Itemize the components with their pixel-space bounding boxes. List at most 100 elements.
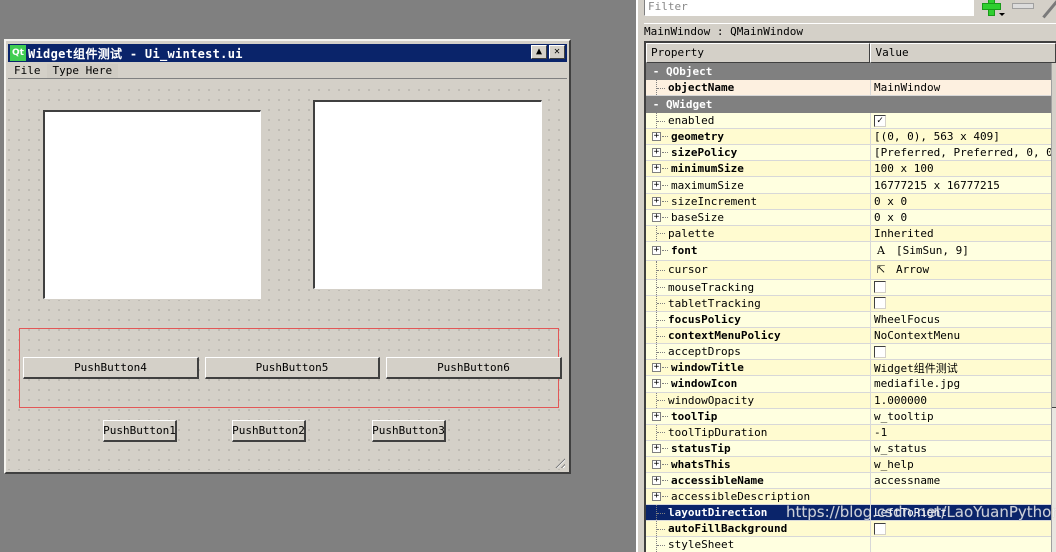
property-row[interactable]: mouseTracking — [646, 279, 1056, 296]
expand-icon[interactable]: + — [652, 443, 661, 453]
property-row[interactable]: + minimumSize 100 x 100 — [646, 161, 1056, 178]
property-value-cell[interactable] — [871, 537, 1056, 552]
checkbox[interactable] — [874, 522, 886, 535]
property-row[interactable]: contextMenuPolicy NoContextMenu — [646, 328, 1056, 345]
expand-icon[interactable]: + — [652, 212, 661, 222]
property-value-cell[interactable]: 16777215 x 16777215 — [871, 177, 1056, 192]
property-row[interactable]: palette Inherited — [646, 225, 1056, 242]
property-value-cell[interactable]: ✓ — [871, 113, 1056, 128]
property-row[interactable]: + geometry [(0, 0), 563 x 409] — [646, 129, 1056, 146]
expand-icon[interactable]: + — [652, 132, 661, 142]
expand-icon[interactable]: + — [652, 246, 661, 256]
expand-icon[interactable]: + — [652, 180, 661, 190]
property-row[interactable]: windowOpacity 1.000000 — [646, 392, 1056, 409]
property-value-cell[interactable] — [871, 280, 1056, 295]
header-value[interactable]: Value — [870, 43, 1056, 63]
property-row[interactable]: styleSheet — [646, 537, 1056, 552]
property-row[interactable]: objectName MainWindow — [646, 80, 1056, 97]
property-row[interactable]: + statusTip w_status — [646, 440, 1056, 457]
title-bar[interactable]: Qt Widget组件测试 - Ui_wintest.ui ▲ ✕ — [8, 44, 567, 62]
property-value-cell[interactable]: Widget组件测试 — [871, 360, 1056, 375]
push-button-3[interactable]: PushButton3 — [372, 420, 446, 442]
property-value-cell[interactable]: MainWindow — [871, 80, 1056, 95]
form-canvas[interactable]: PushButton4 PushButton5 PushButton6 Push… — [8, 81, 567, 470]
property-value-cell[interactable]: 100 x 100 — [871, 161, 1056, 176]
menu-type-here[interactable]: Type Here — [46, 63, 119, 78]
left-frame-widget[interactable] — [42, 109, 262, 300]
property-value-cell[interactable] — [871, 521, 1056, 536]
filter-input[interactable]: Filter — [644, 0, 974, 16]
configure-button[interactable] — [1042, 0, 1056, 19]
push-button-5[interactable]: PushButton5 — [205, 357, 380, 379]
property-row[interactable]: cursor ⇱ Arrow — [646, 260, 1056, 280]
property-value-cell[interactable]: w_status — [871, 441, 1056, 456]
property-row[interactable]: acceptDrops — [646, 344, 1056, 361]
property-value-cell[interactable]: [(0, 0), 563 x 409] — [871, 129, 1056, 144]
property-row[interactable]: + toolTip w_tooltip — [646, 408, 1056, 425]
property-row[interactable]: + whatsThis w_help — [646, 456, 1056, 473]
push-button-6[interactable]: PushButton6 — [386, 357, 562, 379]
property-value-cell[interactable]: 0 x 0 — [871, 194, 1056, 209]
property-value-cell[interactable]: w_tooltip — [871, 409, 1056, 424]
property-value-cell[interactable]: ⇱ Arrow — [871, 261, 1056, 279]
push-button-1[interactable]: PushButton1 — [103, 420, 177, 442]
collapse-icon[interactable]: - — [646, 65, 666, 78]
property-value-cell[interactable]: A [SimSun, 9] — [871, 242, 1056, 260]
property-value-cell[interactable]: [Preferred, Preferred, 0, 0] — [871, 145, 1056, 160]
checkbox[interactable] — [874, 345, 886, 358]
expand-icon[interactable]: + — [652, 164, 661, 174]
checkbox[interactable]: ✓ — [874, 114, 886, 127]
collapse-icon[interactable]: - — [646, 98, 666, 111]
property-value-cell[interactable]: accessname — [871, 473, 1056, 488]
restore-button[interactable]: ▲ — [531, 45, 547, 59]
property-row[interactable]: + windowTitle Widget组件测试 — [646, 360, 1056, 377]
property-row[interactable]: focusPolicy WheelFocus — [646, 312, 1056, 329]
menu-file[interactable]: File — [8, 64, 47, 78]
property-row[interactable]: + windowIcon mediafile.jpg — [646, 376, 1056, 393]
property-value-cell[interactable]: LeftToRight — [871, 505, 1056, 520]
expand-icon[interactable]: + — [652, 411, 661, 421]
property-value-cell[interactable]: mediafile.jpg — [871, 376, 1056, 391]
checkbox[interactable] — [874, 297, 886, 310]
property-row[interactable]: autoFillBackground — [646, 521, 1056, 538]
expand-icon[interactable]: + — [652, 492, 661, 502]
vertical-scrollbar[interactable] — [1051, 63, 1056, 552]
property-value-cell[interactable] — [871, 489, 1056, 504]
header-property[interactable]: Property — [646, 43, 871, 63]
push-button-2[interactable]: PushButton2 — [232, 420, 306, 442]
property-row[interactable]: + baseSize 0 x 0 — [646, 209, 1056, 226]
close-button[interactable]: ✕ — [549, 45, 565, 59]
property-row[interactable]: tabletTracking — [646, 295, 1056, 313]
property-value-cell[interactable]: WheelFocus — [871, 312, 1056, 327]
property-row[interactable]: + accessibleName accessname — [646, 472, 1056, 490]
property-group[interactable]: - QWidget — [646, 96, 1056, 114]
remove-property-button[interactable] — [1012, 3, 1034, 9]
scrollbar-thumb[interactable] — [1052, 63, 1056, 408]
push-button-4[interactable]: PushButton4 — [23, 357, 199, 379]
property-row[interactable]: enabled ✓ — [646, 113, 1056, 130]
property-value-cell[interactable] — [871, 344, 1056, 359]
property-value-cell[interactable]: 0 x 0 — [871, 210, 1056, 225]
property-row[interactable]: + accessibleDescription — [646, 489, 1056, 506]
property-value-cell[interactable]: -1 — [871, 425, 1056, 440]
property-row[interactable]: + sizePolicy [Preferred, Preferred, 0, 0] — [646, 145, 1056, 162]
property-value-cell[interactable]: Inherited — [871, 226, 1056, 241]
expand-icon[interactable]: + — [652, 476, 661, 486]
add-property-button[interactable] — [980, 0, 1005, 20]
right-frame-widget[interactable] — [312, 99, 543, 290]
checkbox[interactable] — [874, 281, 886, 294]
property-value-cell[interactable]: NoContextMenu — [871, 328, 1056, 343]
property-group[interactable]: - QObject — [646, 63, 1056, 80]
property-value-cell[interactable]: 1.000000 — [871, 393, 1056, 408]
expand-icon[interactable]: + — [652, 459, 661, 469]
expand-icon[interactable]: + — [652, 148, 661, 158]
property-row[interactable]: + font A [SimSun, 9] — [646, 241, 1056, 261]
property-value-cell[interactable] — [871, 296, 1056, 311]
property-row[interactable]: + sizeIncrement 0 x 0 — [646, 193, 1056, 210]
property-row[interactable]: toolTipDuration -1 — [646, 424, 1056, 441]
expand-icon[interactable]: + — [652, 379, 661, 389]
size-grip-icon[interactable] — [553, 456, 565, 468]
property-row[interactable]: layoutDirection LeftToRight — [646, 505, 1056, 522]
property-value-cell[interactable]: w_help — [871, 457, 1056, 472]
expand-icon[interactable]: + — [652, 363, 661, 373]
